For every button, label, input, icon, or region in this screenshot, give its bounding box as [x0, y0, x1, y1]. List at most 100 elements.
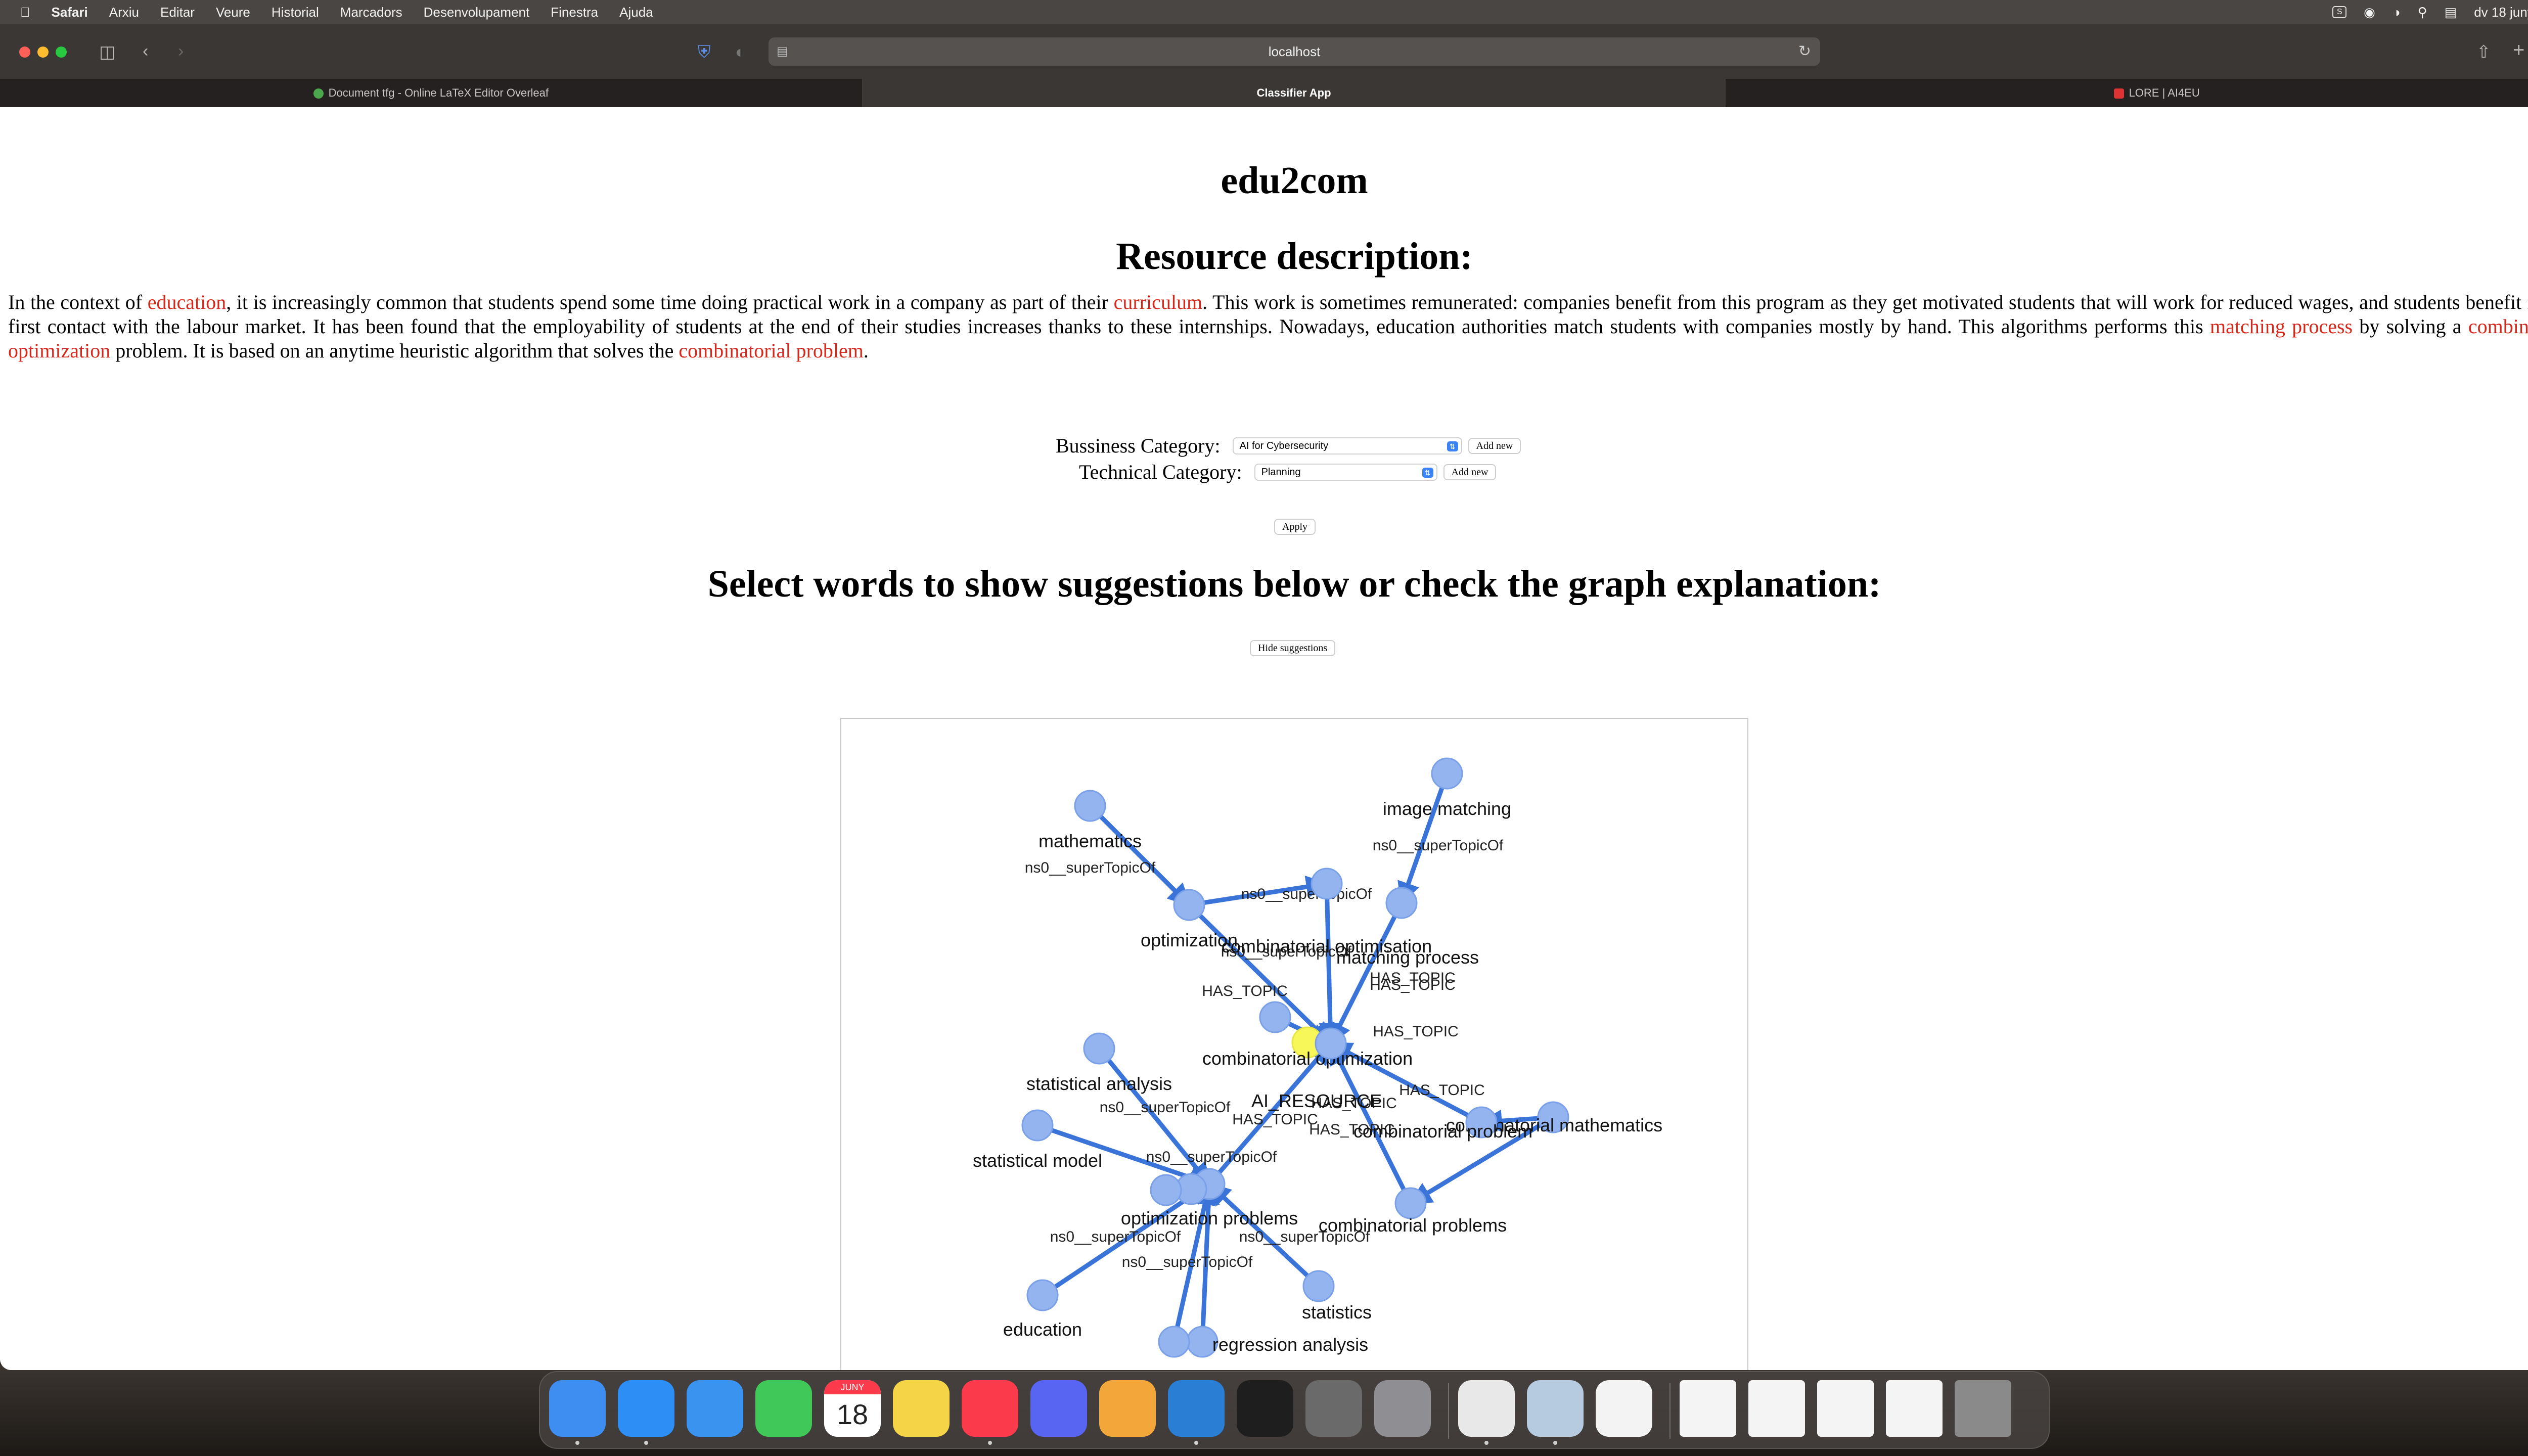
graph-node-correlation-analysis[interactable]: [1158, 1326, 1190, 1358]
share-icon[interactable]: ⇧: [2476, 43, 2491, 61]
terminal-icon[interactable]: [1237, 1380, 1293, 1437]
clock[interactable]: dv 18 juny 16:20: [2474, 5, 2528, 20]
graph-edge: [1187, 903, 1333, 1045]
finder-icon[interactable]: [549, 1380, 606, 1437]
graph-node-matching-process[interactable]: [1385, 887, 1418, 919]
system-settings-icon[interactable]: [1374, 1380, 1431, 1437]
extension-icon[interactable]: ◐: [735, 43, 746, 61]
close-window-button[interactable]: [19, 47, 30, 58]
business-add-new-button[interactable]: Add new: [1468, 437, 1521, 454]
menu-develop[interactable]: Desenvolupament: [424, 5, 530, 20]
document-file-icon[interactable]: [1680, 1380, 1736, 1437]
cursor-icon[interactable]: [1596, 1380, 1652, 1437]
graph-node-label: education: [1003, 1319, 1082, 1340]
graph-explanation[interactable]: ns0__superTopicOf ns0__superTopicOf ns0__s…: [840, 718, 1748, 1370]
chevron-updown-icon: ⇅: [1422, 467, 1433, 478]
graph-node-statistical-analysis[interactable]: [1083, 1032, 1115, 1065]
new-tab-icon[interactable]: +: [2513, 40, 2524, 60]
edge-label: ns0__superTopicOf: [1373, 837, 1504, 854]
graph-node-hub[interactable]: [1150, 1174, 1182, 1206]
highlighted-term[interactable]: education: [148, 291, 227, 313]
trash-icon[interactable]: [1955, 1380, 2011, 1437]
graph-node-label: optimization: [1141, 930, 1238, 950]
forward-icon[interactable]: ›: [178, 42, 184, 60]
menu-bookmarks[interactable]: Marcadors: [340, 5, 402, 20]
menu-view[interactable]: Veure: [216, 5, 250, 20]
apply-button[interactable]: Apply: [1274, 519, 1316, 535]
graph-node-label: image matching: [1383, 798, 1511, 819]
apple-menu-icon[interactable]: : [20, 5, 30, 20]
graph-node-combinatorial-optimisation[interactable]: [1311, 868, 1343, 900]
pages-icon[interactable]: [1099, 1380, 1156, 1437]
graph-node-ai-resource[interactable]: [1315, 1027, 1347, 1060]
edge-label: HAS_TOPIC: [1202, 983, 1288, 999]
hide-suggestions-wrapper: Hide suggestions: [1250, 640, 1336, 656]
minimize-window-button[interactable]: [37, 47, 49, 58]
graph-node-statistical-model[interactable]: [1021, 1109, 1054, 1142]
screen-record-icon[interactable]: ◉: [2364, 5, 2375, 20]
knowledge-graph[interactable]: ns0__superTopicOf ns0__superTopicOf ns0__s…: [841, 719, 1748, 1370]
graph-node-education[interactable]: [1026, 1279, 1059, 1311]
highlighted-term[interactable]: matching process: [2210, 315, 2353, 338]
app-menu[interactable]: Safari: [52, 5, 88, 20]
chrome-icon[interactable]: [1458, 1380, 1515, 1437]
address-bar[interactable]: ▤ localhost ↻: [769, 37, 1820, 66]
hide-suggestions-button[interactable]: Hide suggestions: [1250, 640, 1336, 656]
zoom-window-button[interactable]: [56, 47, 67, 58]
calendar-icon[interactable]: JUNY 18: [824, 1380, 881, 1437]
safari-icon[interactable]: [618, 1380, 674, 1437]
menu-help[interactable]: Ajuda: [619, 5, 653, 20]
dock-running-indicator: [1194, 1441, 1198, 1445]
input-source-icon[interactable]: S: [2332, 6, 2347, 18]
technical-category-row: Technical Category: Planning ⇅ Add new: [1079, 460, 1497, 484]
spotlight-icon[interactable]: ⚲: [2418, 5, 2427, 20]
apply-wrapper: Apply: [1274, 519, 1316, 535]
chrome-window-icon[interactable]: [1886, 1380, 1943, 1437]
mail-icon[interactable]: [687, 1380, 743, 1437]
graph-node-label: statistics: [1302, 1302, 1372, 1323]
sidebar-toggle-icon[interactable]: ◫: [99, 43, 115, 61]
reload-icon[interactable]: ↻: [1798, 37, 1811, 66]
calendar-month: JUNY: [824, 1380, 881, 1394]
screenshot-file-icon[interactable]: [1748, 1380, 1805, 1437]
vscode-icon[interactable]: [1168, 1380, 1225, 1437]
control-center-icon[interactable]: ▤: [2445, 5, 2457, 20]
tab-lore-ai4eu[interactable]: LORE | AI4EU: [1726, 79, 2528, 107]
highlighted-term[interactable]: curriculum: [1114, 291, 1203, 313]
menu-history[interactable]: Historial: [272, 5, 319, 20]
tab-classifier-app[interactable]: Classifier App: [863, 79, 1726, 107]
screenshot-icon[interactable]: [1305, 1380, 1362, 1437]
graph-node-optimization[interactable]: [1173, 889, 1205, 921]
page-title: edu2com: [1221, 159, 1368, 202]
discord-icon[interactable]: [1030, 1380, 1087, 1437]
graph-node-label: combinatorial problems: [1319, 1215, 1507, 1236]
music-icon[interactable]: [962, 1380, 1018, 1437]
menu-file[interactable]: Arxiu: [109, 5, 139, 20]
resource-description-heading: Resource description:: [1116, 235, 1473, 278]
menu-edit[interactable]: Editar: [160, 5, 195, 20]
preview-icon[interactable]: [1527, 1380, 1584, 1437]
screenshot-file-icon[interactable]: [1817, 1380, 1874, 1437]
graph-node-image-matching[interactable]: [1431, 757, 1463, 790]
wifi-icon[interactable]: ◑: [2392, 5, 2401, 20]
graph-node-curriculum[interactable]: [1259, 1001, 1291, 1033]
graph-node-mathematics[interactable]: [1074, 790, 1106, 822]
technical-category-select[interactable]: Planning ⇅: [1254, 463, 1437, 481]
browser-window: ◫ ‹ › ⛨ ◐ ▤ localhost ↻ ⇧ + ⧉ Document t…: [0, 24, 2528, 1370]
graph-node-label: statistical model: [973, 1150, 1102, 1171]
back-icon[interactable]: ‹: [143, 42, 148, 60]
graph-node-statistics[interactable]: [1302, 1270, 1335, 1302]
graph-node-combinatorial-problems[interactable]: [1394, 1187, 1427, 1219]
tab-bar: Document tfg - Online LaTeX Editor Overl…: [0, 79, 2528, 107]
highlighted-term[interactable]: combinatorial problem: [679, 339, 863, 362]
notes-icon[interactable]: [893, 1380, 950, 1437]
dock-running-indicator: [1484, 1441, 1488, 1445]
dock-separator: [1669, 1383, 1671, 1439]
menu-window[interactable]: Finestra: [551, 5, 598, 20]
technical-add-new-button[interactable]: Add new: [1443, 464, 1497, 480]
privacy-shield-icon[interactable]: ⛨: [698, 43, 711, 61]
description-text: , it is increasingly common that student…: [226, 291, 1114, 313]
business-category-select[interactable]: AI for Cybersecurity ⇅: [1232, 437, 1462, 454]
tab-overleaf[interactable]: Document tfg - Online LaTeX Editor Overl…: [0, 79, 863, 107]
messages-icon[interactable]: [755, 1380, 812, 1437]
